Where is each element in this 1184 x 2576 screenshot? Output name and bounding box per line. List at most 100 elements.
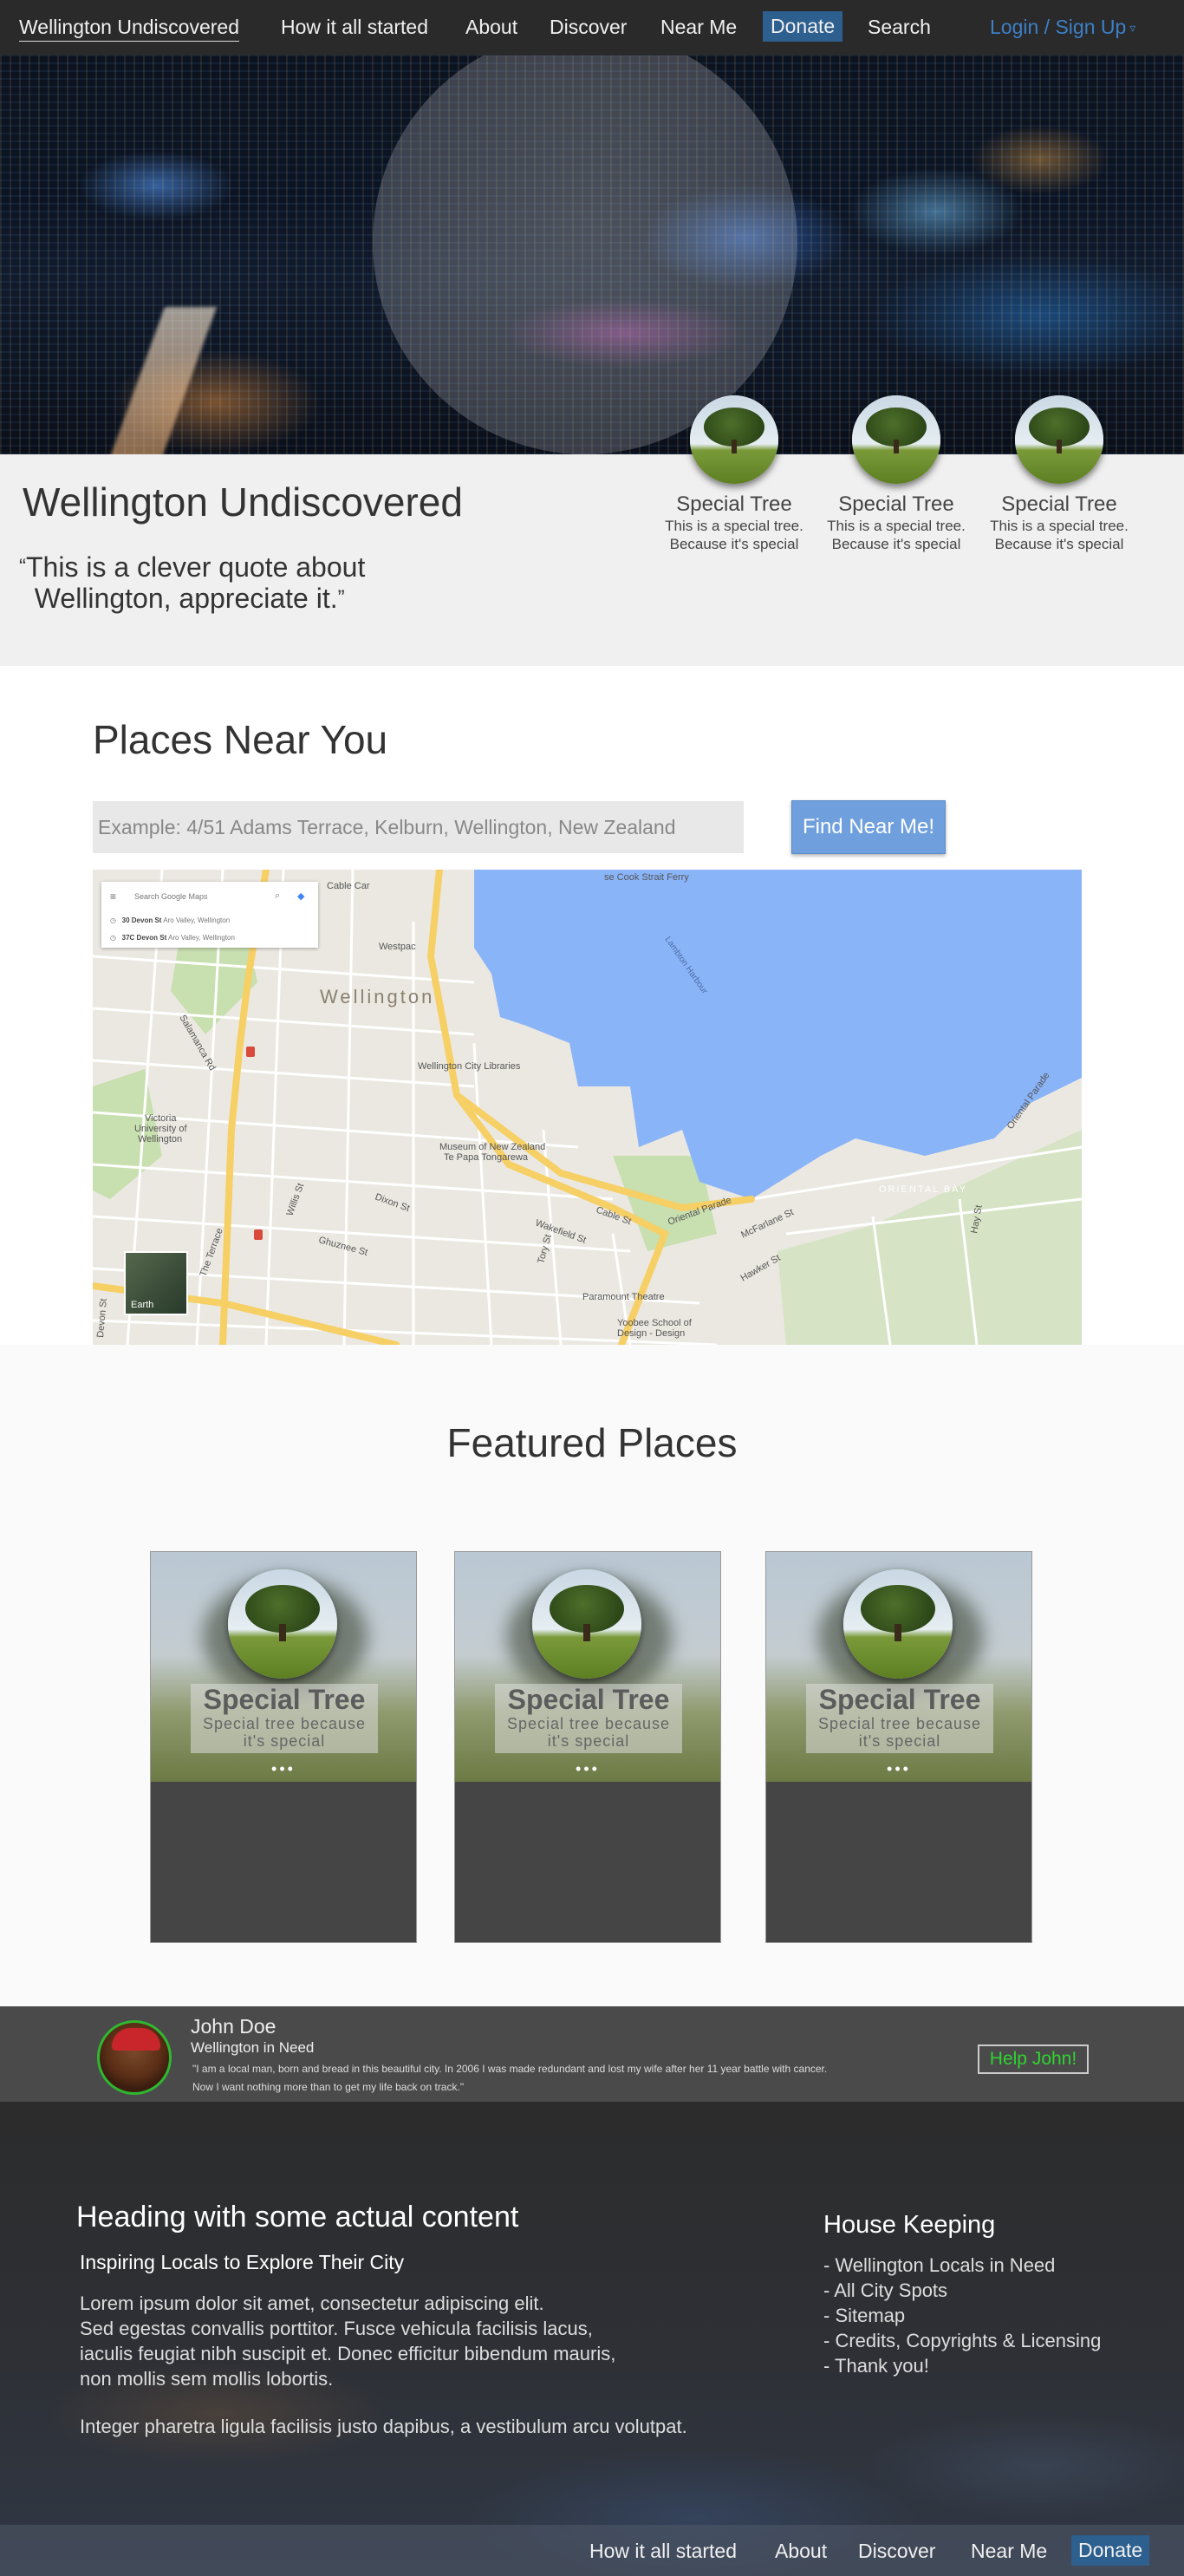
map-label-victoria-2: University of bbox=[134, 1124, 187, 1134]
brand-link[interactable]: Wellington Undiscovered bbox=[19, 16, 239, 42]
earth-view-toggle[interactable]: Earth bbox=[124, 1251, 188, 1315]
bottom-nav-donate-button[interactable]: Donate bbox=[1071, 2535, 1150, 2566]
special-item-2: Special Tree This is a special tree. Bec… bbox=[814, 492, 979, 553]
person-in-need-strip: John Doe Wellington in Need "I am a loca… bbox=[0, 2006, 1184, 2102]
map-label-yoobee-1: Yoobee School of bbox=[617, 1318, 693, 1328]
bottom-nav-near-me[interactable]: Near Me bbox=[971, 2540, 1047, 2563]
google-map[interactable]: se Cook Strait Ferry Lambton Harbour Cab… bbox=[93, 870, 1082, 1345]
person-story-line-2: Now I want nothing more than to get my l… bbox=[192, 2081, 465, 2093]
login-signup-link[interactable]: Login / Sign Up ▿ bbox=[990, 16, 1135, 39]
person-subtitle: Wellington in Need bbox=[191, 2039, 315, 2056]
nav-link-discover[interactable]: Discover bbox=[550, 16, 627, 39]
footer-heading: Heading with some actual content bbox=[76, 2201, 519, 2234]
housekeeping-link-thanks[interactable]: - Thank you! bbox=[823, 2353, 1101, 2378]
footer: Heading with some actual content Inspiri… bbox=[0, 2102, 1184, 2576]
map-suggestion-1-street: 30 Devon St bbox=[121, 916, 162, 924]
nav-search-link[interactable]: Search bbox=[868, 16, 931, 39]
more-dots-icon[interactable]: ••• bbox=[455, 1760, 720, 1778]
special-tree-thumb-1[interactable] bbox=[690, 395, 778, 484]
more-dots-icon[interactable]: ••• bbox=[151, 1760, 416, 1778]
avatar[interactable] bbox=[97, 2020, 172, 2095]
housekeeping-link-spots[interactable]: - All City Spots bbox=[823, 2278, 1101, 2303]
special-item-3: Special Tree This is a special tree. Bec… bbox=[977, 492, 1142, 553]
special-item-title: Special Tree bbox=[1001, 492, 1117, 516]
housekeeping-title: House Keeping bbox=[823, 2211, 996, 2239]
clock-icon: ◷ bbox=[110, 916, 116, 924]
housekeeping-link-credits[interactable]: - Credits, Copyrights & Licensing bbox=[823, 2328, 1101, 2353]
featured-card-2[interactable]: Special Tree Special tree because it's s… bbox=[454, 1551, 721, 1943]
map-label-victoria-3: Wellington bbox=[138, 1134, 182, 1145]
intro-section: Wellington Undiscovered “This is a cleve… bbox=[0, 454, 1184, 666]
bottom-nav-how-it-all-started[interactable]: How it all started bbox=[589, 2540, 737, 2563]
map-suggestion-2[interactable]: ◷ 37C Devon St Aro Valley, Wellington bbox=[110, 934, 235, 942]
earth-view-label: Earth bbox=[131, 1300, 154, 1310]
special-tree-thumb-3[interactable] bbox=[1015, 395, 1103, 484]
featured-card-desc: Special tree because bbox=[817, 1715, 982, 1732]
menu-icon[interactable]: ≡ bbox=[110, 890, 116, 903]
featured-card-title: Special Tree bbox=[818, 1684, 981, 1715]
featured-card-desc: Special tree because bbox=[506, 1715, 671, 1732]
featured-card-label: Special Tree Special tree because it's s… bbox=[806, 1684, 993, 1753]
special-tree-thumb-2[interactable] bbox=[852, 395, 940, 484]
nav-link-how-it-all-started[interactable]: How it all started bbox=[281, 16, 428, 39]
special-item-title: Special Tree bbox=[676, 492, 792, 516]
more-dots-icon[interactable]: ••• bbox=[766, 1760, 1031, 1778]
map-label-city: Wellington bbox=[320, 986, 434, 1008]
intro-title: Wellington Undiscovered bbox=[23, 479, 463, 525]
quote-line-1: This is a clever quote about bbox=[26, 551, 366, 583]
directions-icon[interactable]: ◆ bbox=[297, 890, 304, 902]
map-search-icon[interactable]: ⌕ bbox=[275, 890, 280, 902]
map-suggestion-1[interactable]: ◷ 30 Devon St Aro Valley, Wellington bbox=[110, 916, 230, 924]
map-label-ferry: se Cook Strait Ferry bbox=[604, 872, 689, 883]
footer-paragraph-2: Integer pharetra ligula facilisis justo … bbox=[80, 2416, 687, 2437]
housekeeping-link-locals[interactable]: - Wellington Locals in Need bbox=[823, 2253, 1101, 2278]
nav-link-about[interactable]: About bbox=[465, 16, 517, 39]
quote-close-mark: ” bbox=[337, 586, 345, 610]
quote-open-mark: “ bbox=[19, 555, 26, 578]
featured-card-desc: it's special bbox=[858, 1732, 941, 1750]
map-label-yoobee-2: Design - Design bbox=[617, 1328, 685, 1339]
map-search-input[interactable]: Search Google Maps bbox=[134, 892, 208, 901]
footer-paragraph-line: non mollis sem mollis lobortis. bbox=[80, 2368, 334, 2390]
map-suggestion-2-area: Aro Valley, Wellington bbox=[168, 934, 235, 942]
chevron-down-icon: ▿ bbox=[1129, 21, 1136, 36]
places-near-you-title: Places Near You bbox=[93, 717, 388, 762]
footer-paragraph-line: Sed egestas convallis porttitor. Fusce v… bbox=[80, 2318, 593, 2339]
bottom-navbar: How it all started About Discover Near M… bbox=[0, 2525, 1184, 2576]
footer-paragraph-line: iaculis feugiat nibh suscipit et. Donec … bbox=[80, 2343, 616, 2364]
featured-card-3[interactable]: Special Tree Special tree because it's s… bbox=[765, 1551, 1032, 1943]
nav-link-near-me[interactable]: Near Me bbox=[660, 16, 737, 39]
quote-line-2: Wellington, appreciate it. bbox=[34, 583, 338, 614]
featured-places-section: Featured Places Special Tree Special tre… bbox=[0, 1345, 1184, 2006]
special-item-desc: Because it's special bbox=[669, 536, 799, 552]
housekeeping-link-sitemap[interactable]: - Sitemap bbox=[823, 2303, 1101, 2328]
map-label-paramount: Paramount Theatre bbox=[582, 1292, 665, 1302]
map-label-library: Wellington City Libraries bbox=[418, 1061, 521, 1072]
login-signup-label: Login / Sign Up bbox=[990, 16, 1127, 38]
featured-places-title: Featured Places bbox=[446, 1420, 738, 1465]
featured-card-1[interactable]: Special Tree Special tree because it's s… bbox=[150, 1551, 417, 1943]
top-navbar: Wellington Undiscovered How it all start… bbox=[0, 0, 1184, 55]
bottom-nav-about[interactable]: About bbox=[775, 2540, 827, 2563]
person-story-line-1: "I am a local man, born and bread in thi… bbox=[192, 2063, 828, 2075]
featured-card-title: Special Tree bbox=[507, 1684, 670, 1715]
featured-card-title: Special Tree bbox=[203, 1684, 366, 1715]
map-search-panel: ≡ Search Google Maps ⌕ ◆ ◷ 30 Devon St A… bbox=[101, 882, 318, 948]
map-label-cablecar: Cable Car bbox=[327, 881, 370, 891]
tree-thumbnail bbox=[843, 1569, 953, 1679]
featured-card-label: Special Tree Special tree because it's s… bbox=[495, 1684, 682, 1753]
special-item-desc: This is a special tree. bbox=[665, 518, 803, 534]
map-label-westpac: Westpac bbox=[379, 942, 416, 952]
address-search-input[interactable] bbox=[93, 801, 744, 853]
map-label-oriental-bay: ORIENTAL BAY bbox=[879, 1184, 967, 1195]
person-name: John Doe bbox=[191, 2015, 276, 2038]
nav-donate-button[interactable]: Donate bbox=[763, 11, 843, 42]
footer-paragraph: Lorem ipsum dolor sit amet, consectetur … bbox=[80, 2291, 704, 2391]
special-item-1: Special Tree This is a special tree. Bec… bbox=[652, 492, 816, 553]
footer-paragraph-line: Lorem ipsum dolor sit amet, consectetur … bbox=[80, 2292, 544, 2314]
map-label-museum-1: Museum of New Zealand bbox=[439, 1142, 545, 1152]
bottom-nav-discover[interactable]: Discover bbox=[858, 2540, 935, 2563]
person-story: "I am a local man, born and bread in thi… bbox=[192, 2060, 955, 2097]
find-near-me-button[interactable]: Find Near Me! bbox=[791, 800, 946, 854]
help-john-button[interactable]: Help John! bbox=[978, 2044, 1089, 2074]
